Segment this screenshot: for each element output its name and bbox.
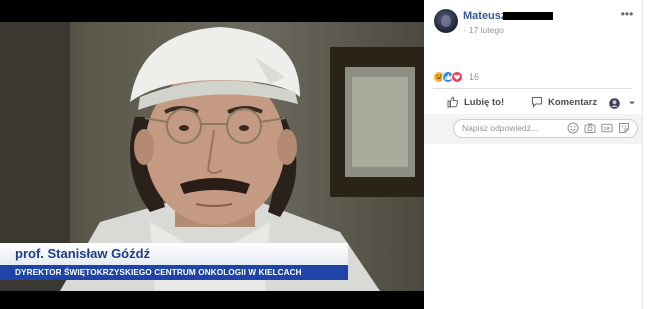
gif-icon[interactable]: GIF <box>601 122 613 134</box>
love-icon <box>451 71 463 83</box>
tv-title-caption: DYREKTOR ŚWIĘTOKRZYSKIEGO CENTRUM ONKOLO… <box>0 265 348 280</box>
post-date-link[interactable]: · 17 lutego <box>463 25 504 35</box>
comment-placeholder[interactable]: Napisz odpowiedź... <box>462 123 538 133</box>
like-label: Lubię to! <box>464 96 505 108</box>
comment-button[interactable]: Komentarz <box>531 95 597 109</box>
profile-picture-icon <box>609 97 620 109</box>
caret-down-icon <box>629 101 635 105</box>
svg-text:GIF: GIF <box>604 126 611 131</box>
reaction-count[interactable]: 16 <box>469 72 479 82</box>
emoji-icon[interactable] <box>567 122 579 134</box>
tv-name-caption: prof. Stanisław Góźdź <box>0 243 348 265</box>
tv-lower-third: prof. Stanisław Góźdź DYREKTOR ŚWIĘTOKRZ… <box>0 243 348 280</box>
photo-viewer[interactable]: prof. Stanisław Góźdź DYREKTOR ŚWIĘTOKRZ… <box>0 0 424 309</box>
author-name-link[interactable]: Mateusz <box>463 10 506 22</box>
divider <box>433 88 632 89</box>
post-sidebar <box>424 0 664 309</box>
like-button[interactable]: Lubię to! <box>447 95 504 109</box>
post-date[interactable]: 17 lutego <box>469 25 504 35</box>
comment-label: Komentarz <box>548 96 598 108</box>
comment-icon <box>531 96 543 108</box>
camera-icon[interactable] <box>584 122 596 134</box>
more-options-icon[interactable]: ••• <box>620 8 634 20</box>
post-as-selector[interactable] <box>609 96 641 110</box>
sticker-icon[interactable] <box>618 122 630 134</box>
sidebar-edge <box>642 0 643 309</box>
author-avatar[interactable] <box>434 9 458 33</box>
redaction-bar <box>503 12 553 20</box>
thumbs-up-icon <box>447 96 459 108</box>
